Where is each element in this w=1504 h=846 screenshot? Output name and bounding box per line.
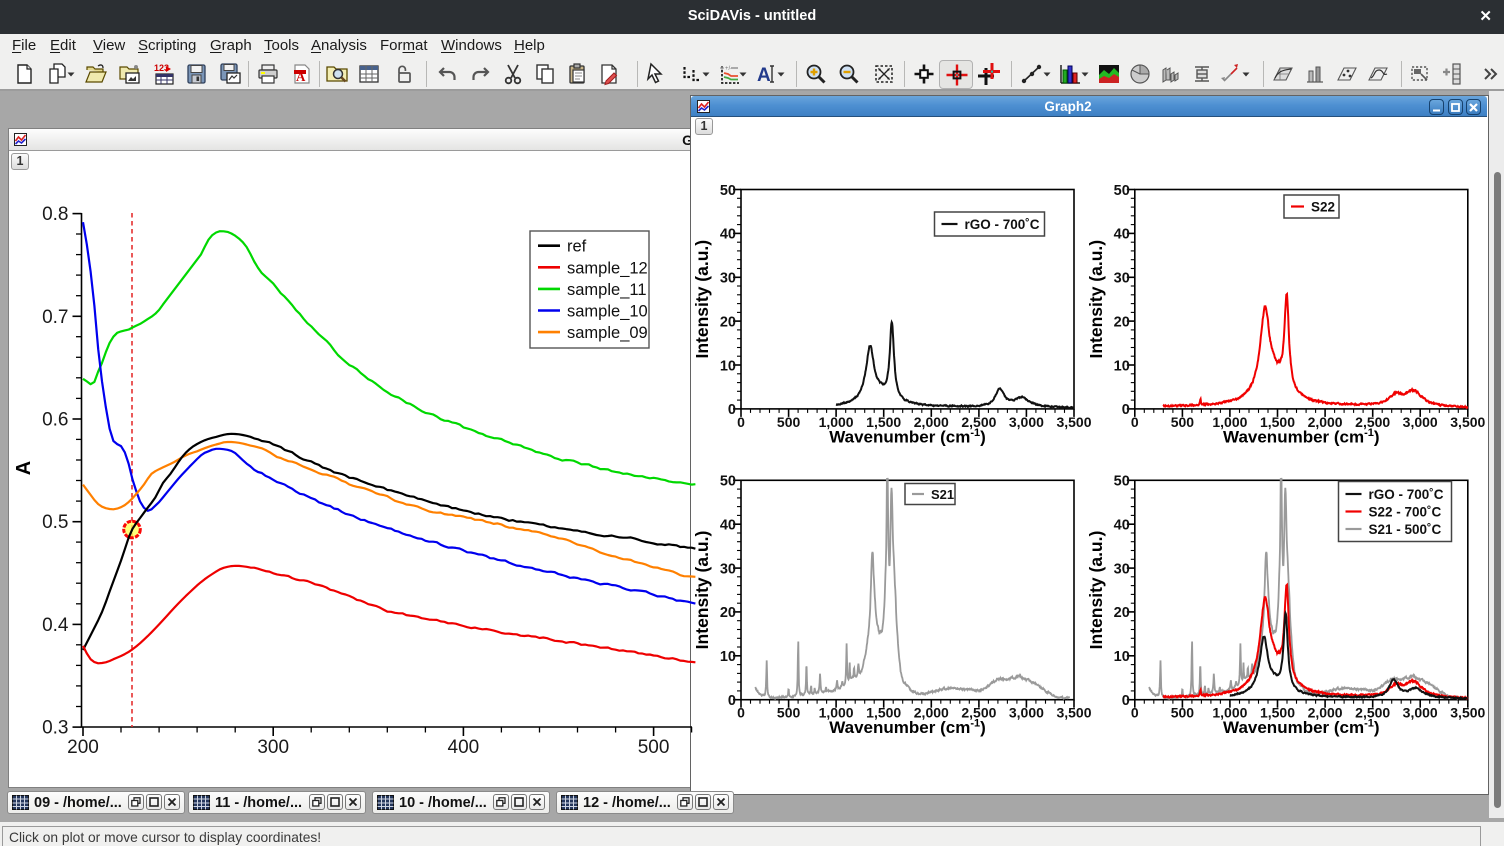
svg-text:A: A [296, 69, 306, 84]
svg-text:A: A [757, 65, 771, 86]
